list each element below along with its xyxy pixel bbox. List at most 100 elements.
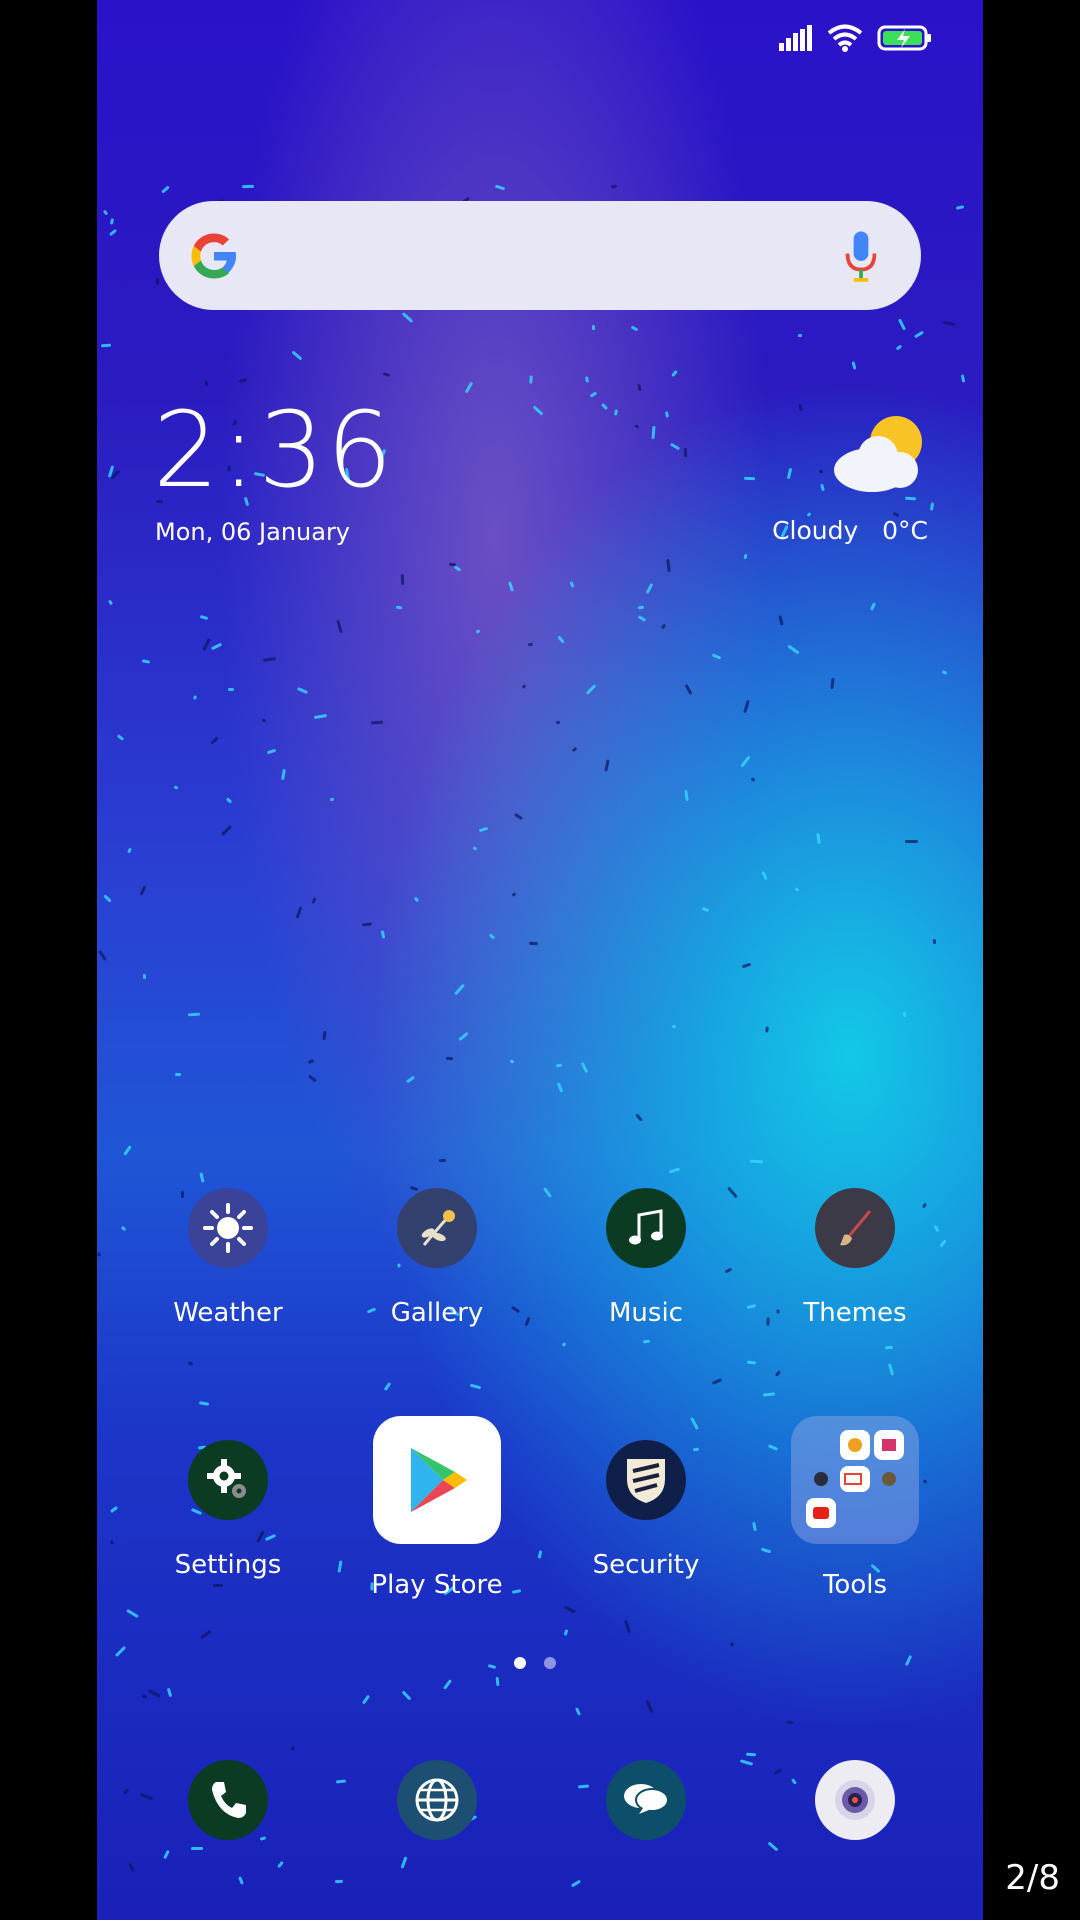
wallpaper-speck (532, 405, 544, 416)
wallpaper-speck (291, 350, 303, 361)
weather-condition: Cloudy (772, 516, 859, 545)
page-dot-active[interactable] (514, 1657, 526, 1669)
wallpaper-speck (488, 933, 496, 940)
wallpaper-speck (711, 653, 722, 660)
wallpaper-speck (902, 1011, 907, 1018)
wallpaper-speck (765, 1026, 769, 1033)
wallpaper-speck (173, 785, 179, 790)
wallpaper-speck (380, 930, 386, 939)
wallpaper-speck (296, 686, 309, 695)
google-search-bar[interactable] (159, 201, 921, 310)
app-label: Settings (174, 1550, 282, 1580)
page-dot[interactable] (544, 1657, 556, 1669)
wallpaper-speck (528, 941, 539, 946)
wallpaper-speck (589, 391, 598, 398)
wallpaper-speck (761, 870, 768, 881)
wallpaper-speck (262, 657, 277, 662)
camera-icon (815, 1760, 895, 1840)
wallpaper-speck (818, 469, 824, 474)
app-weather[interactable]: Weather (138, 1188, 318, 1328)
wallpaper-speck (163, 1849, 170, 1860)
shield-icon (606, 1440, 686, 1520)
app-play-store[interactable]: Play Store (347, 1416, 527, 1600)
wallpaper-speck (401, 1690, 412, 1701)
wallpaper-speck (336, 619, 343, 634)
wallpaper-speck (690, 1417, 699, 1430)
wallpaper-speck (400, 1856, 408, 1869)
globe-icon (397, 1760, 477, 1840)
wallpaper-speck (102, 209, 109, 216)
wallpaper-speck (291, 1746, 295, 1751)
dock-browser[interactable] (347, 1760, 527, 1840)
wallpaper-speck (261, 718, 267, 723)
wallpaper-speck (941, 670, 948, 675)
wallpaper-speck (281, 768, 286, 781)
wallpaper-speck (527, 642, 534, 647)
weather-info[interactable]: Cloudy 0°C (772, 516, 928, 545)
dock-camera[interactable] (765, 1760, 945, 1840)
chat-bubble-icon (606, 1760, 686, 1840)
wallpaper-speck (730, 1642, 734, 1647)
wallpaper-speck (127, 847, 132, 854)
wallpaper-speck (187, 1012, 201, 1017)
app-tools-folder[interactable]: Tools (765, 1416, 945, 1600)
cloud-sun-icon (834, 416, 922, 492)
app-music[interactable]: Music (556, 1188, 736, 1328)
wallpaper-speck (199, 614, 209, 621)
wallpaper-speck (266, 748, 277, 755)
app-gallery[interactable]: Gallery (347, 1188, 527, 1328)
wallpaper-speck (563, 1629, 569, 1636)
google-g-icon (191, 233, 237, 278)
wallpaper-speck (128, 1862, 135, 1873)
wallpaper-speck (438, 1158, 447, 1163)
wallpaper-speck (711, 1378, 723, 1385)
wallpaper-speck (521, 684, 527, 689)
clock-time[interactable]: 2:36 (153, 398, 395, 502)
wallpaper-speck (114, 1645, 127, 1658)
wallpaper-speck (887, 1363, 895, 1376)
dock-phone[interactable] (138, 1760, 318, 1840)
wallpaper-speck (637, 605, 645, 610)
wallpaper-speck (543, 1187, 552, 1198)
mic-icon[interactable] (841, 229, 881, 283)
wallpaper-speck (478, 826, 489, 833)
wallpaper-speck (746, 1303, 757, 1310)
folder-icon (791, 1416, 919, 1544)
flower-icon (397, 1188, 477, 1268)
dock-messages[interactable] (556, 1760, 736, 1840)
wallpaper-speck (370, 720, 384, 725)
wallpaper-speck (469, 1383, 482, 1390)
wallpaper-speck (905, 840, 918, 843)
wallpaper-speck (740, 755, 751, 768)
wallpaper-speck (277, 1860, 284, 1869)
app-label: Tools (822, 1570, 888, 1600)
wallpaper-speck (635, 1113, 643, 1122)
wallpaper-speck (311, 897, 317, 904)
wallpaper-speck (787, 644, 800, 655)
wallpaper-speck (238, 1876, 244, 1885)
app-security[interactable]: Security (556, 1440, 736, 1580)
wallpaper-speck (475, 629, 481, 634)
wallpaper-speck (555, 1063, 563, 1068)
wallpaper-speck (494, 184, 506, 191)
wallpaper-speck (884, 1345, 894, 1350)
wallpaper-speck (701, 906, 710, 913)
wallpaper-speck (624, 1619, 631, 1634)
wallpaper-speck (413, 896, 420, 903)
wallpaper-speck (555, 720, 561, 725)
signal-icon (779, 25, 812, 51)
wallpaper-speck (786, 467, 793, 480)
app-themes[interactable]: Themes (765, 1188, 945, 1328)
wallpaper-speck (569, 581, 575, 588)
image-page-counter: 2/8 (1005, 1858, 1060, 1898)
wallpaper-speck (313, 713, 328, 720)
wallpaper-speck (509, 1059, 515, 1064)
wallpaper-speck (308, 1074, 317, 1083)
weather-widget[interactable] (828, 412, 928, 498)
wallpaper-speck (383, 1381, 392, 1392)
app-settings[interactable]: Settings (138, 1440, 318, 1580)
wallpaper-speck (155, 277, 160, 286)
wallpaper-speck (166, 1687, 173, 1698)
wallpaper-speck (580, 1061, 589, 1074)
wallpaper-speck (561, 1342, 567, 1347)
